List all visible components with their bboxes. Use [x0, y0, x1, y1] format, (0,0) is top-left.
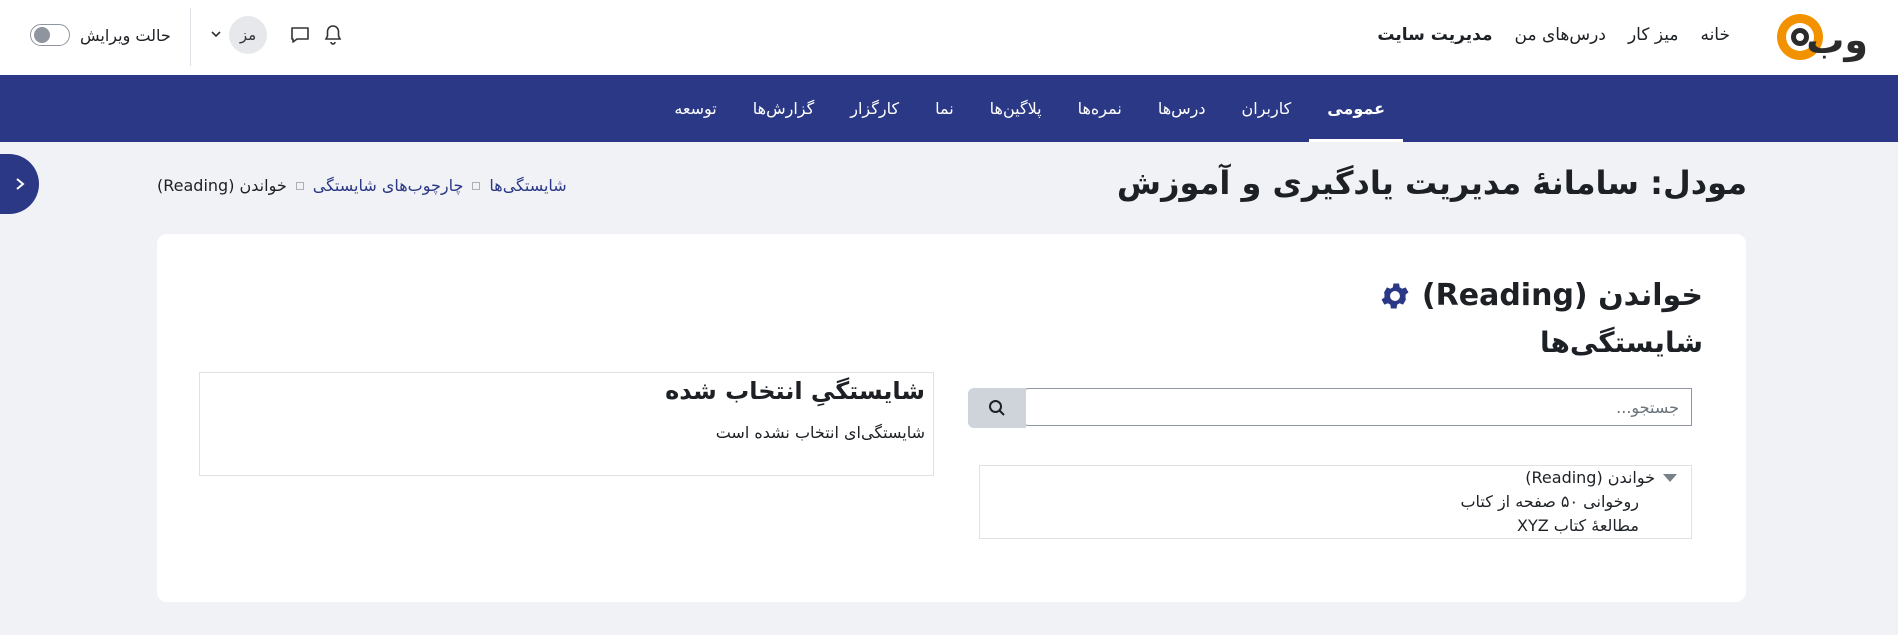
divider	[190, 8, 191, 66]
no-selection-message: شایستگی‌ای انتخاب نشده است	[715, 423, 925, 442]
tab-general[interactable]: عمومی	[1309, 75, 1403, 142]
selected-competency-title: شایستگیِ انتخاب شده	[665, 377, 925, 405]
tab-reports[interactable]: گزارش‌ها	[735, 75, 832, 142]
search-input[interactable]	[1024, 388, 1692, 426]
competencies-subtitle: شایستگی‌ها	[1539, 326, 1703, 359]
page-title: مودل: سامانهٔ مدیریت یادگیری و آموزش	[1116, 164, 1747, 202]
tab-courses[interactable]: درس‌ها	[1140, 75, 1224, 142]
breadcrumb-frameworks[interactable]: چارچوب‌های شایستگی	[313, 176, 464, 195]
breadcrumb-separator	[295, 181, 304, 190]
competency-tree: خواندن (Reading) روخوانی ۵۰ صفحه از کتاب…	[979, 465, 1692, 539]
caret-down-icon[interactable]	[1663, 473, 1677, 482]
breadcrumb: شایستگی‌ها چارچوب‌های شایستگی خواندن (Re…	[157, 176, 567, 195]
topnav-dashboard[interactable]: میز کار	[1628, 25, 1679, 45]
topnav-home[interactable]: خانه	[1700, 25, 1730, 45]
tree-node[interactable]: مطالعهٔ کتاب XYZ	[1517, 516, 1639, 535]
topnav-my-courses[interactable]: درس‌های من	[1515, 25, 1606, 45]
breadcrumb-current: خواندن (Reading)	[157, 176, 287, 195]
tree-root-label: خواندن (Reading)	[1525, 468, 1655, 487]
user-avatar[interactable]: مز	[229, 16, 267, 54]
tab-users[interactable]: کاربران	[1224, 75, 1310, 142]
breadcrumb-separator	[472, 181, 481, 190]
main-content-card: خواندن (Reading) شایستگی‌ها خواندن (Read…	[157, 234, 1746, 602]
tab-grades[interactable]: نمره‌ها	[1060, 75, 1140, 142]
competency-search	[968, 388, 1692, 430]
svg-text:وب: وب	[1806, 18, 1868, 63]
edit-mode-label: حالت ویرایش	[80, 25, 171, 45]
gear-icon[interactable]	[1378, 279, 1412, 313]
site-logo[interactable]: وب	[1776, 9, 1872, 65]
tab-server[interactable]: کارگزار	[832, 75, 917, 142]
search-icon	[989, 400, 1005, 416]
chevron-down-icon[interactable]	[209, 26, 223, 40]
tree-root-node[interactable]: خواندن (Reading)	[1525, 468, 1677, 487]
tab-plugins[interactable]: پلاگین‌ها	[972, 75, 1060, 142]
framework-title: خواندن (Reading)	[1421, 278, 1703, 313]
secondary-navigation: عمومی کاربران درس‌ها نمره‌ها پلاگین‌ها ن…	[0, 75, 1898, 142]
selected-competency-panel: شایستگیِ انتخاب شده شایستگی‌ای انتخاب نش…	[199, 372, 934, 476]
search-button[interactable]	[968, 388, 1026, 428]
tab-appearance[interactable]: نما	[917, 75, 972, 142]
messages-icon[interactable]	[290, 25, 310, 45]
breadcrumb-competencies[interactable]: شایستگی‌ها	[489, 176, 566, 195]
top-navbar: وب خانه میز کار درس‌های من مدیریت سایت ح…	[0, 0, 1898, 76]
framework-heading: خواندن (Reading)	[1378, 278, 1703, 313]
edit-mode-toggle[interactable]	[30, 24, 70, 46]
tab-development[interactable]: توسعه	[656, 75, 734, 142]
edit-mode-control: حالت ویرایش	[30, 0, 171, 70]
notifications-bell-icon[interactable]	[323, 24, 343, 46]
chevron-right-icon	[15, 178, 25, 190]
primary-navigation: خانه میز کار درس‌های من مدیریت سایت	[1377, 0, 1730, 70]
topnav-site-admin[interactable]: مدیریت سایت	[1377, 25, 1492, 45]
tree-node[interactable]: روخوانی ۵۰ صفحه از کتاب	[1460, 492, 1639, 511]
open-drawer-button[interactable]	[0, 154, 39, 214]
